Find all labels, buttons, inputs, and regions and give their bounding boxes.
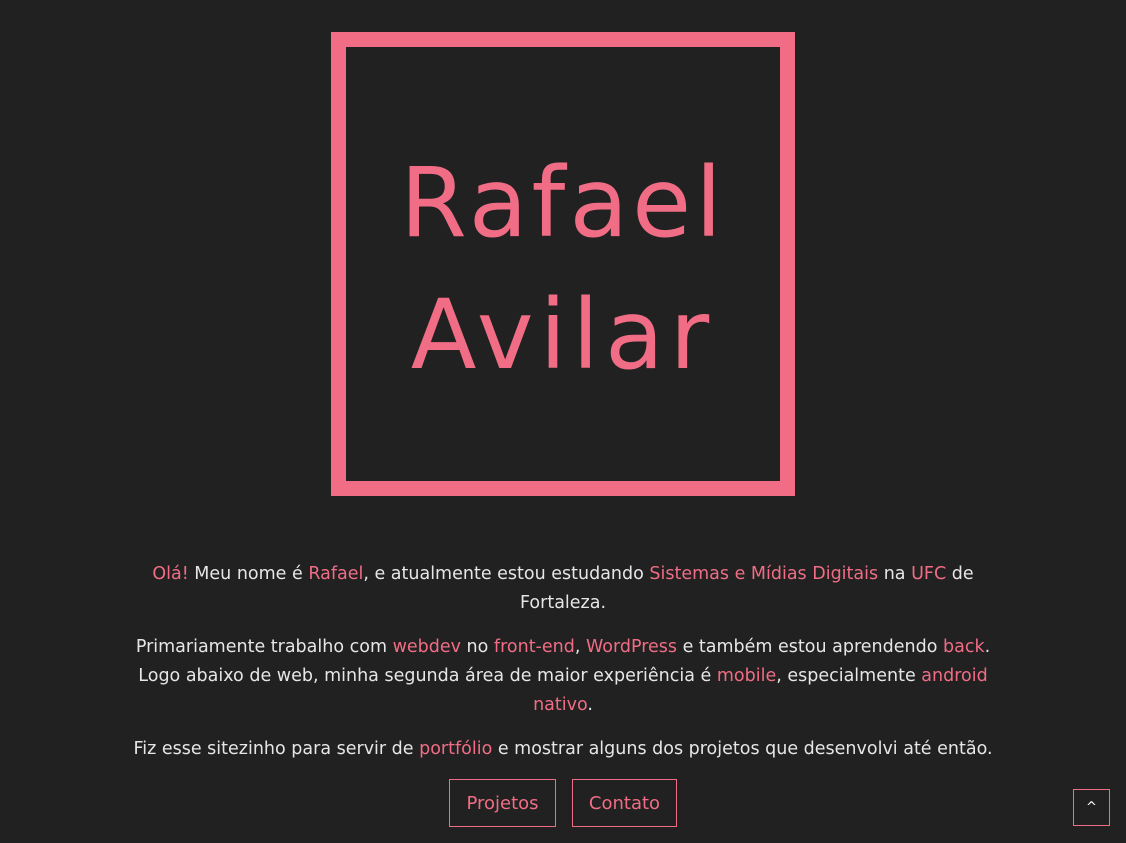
logo-last-name: Avilar	[410, 279, 716, 391]
frontend-highlight: front-end	[493, 637, 575, 657]
intro-section: Olá! Meu nome é Rafael, e atualmente est…	[113, 560, 1013, 779]
intro-paragraph-2: Primariamente trabalho com webdev no fro…	[113, 633, 1013, 720]
course-highlight: Sistemas e Mídias Digitais	[649, 564, 879, 584]
intro-text: , e atualmente estou estudando	[363, 564, 650, 584]
university-highlight: UFC	[911, 564, 947, 584]
intro-text: Meu nome é	[188, 564, 309, 584]
intro-text: no	[460, 637, 494, 657]
intro-text: e também estou aprendendo	[677, 637, 943, 657]
intro-paragraph-3: Fiz esse sitezinho para servir de portfó…	[113, 735, 1013, 764]
portfolio-highlight: portfólio	[419, 739, 493, 759]
intro-text: Primariamente trabalho com	[135, 637, 393, 657]
intro-text: , especialmente	[776, 666, 922, 686]
logo-first-name: Rafael	[400, 147, 726, 259]
intro-text: .	[587, 695, 593, 715]
caret-up-icon: ^	[1086, 800, 1097, 815]
intro-text: Fiz esse sitezinho para servir de	[133, 739, 420, 759]
webdev-highlight: webdev	[392, 637, 461, 657]
projects-button[interactable]: Projetos	[449, 779, 556, 827]
intro-text: na	[878, 564, 912, 584]
name-logo: Rafael Avilar	[331, 32, 795, 496]
name-highlight: Rafael	[308, 564, 364, 584]
intro-text: e mostrar alguns dos projetos que desenv…	[492, 739, 993, 759]
greeting-highlight: Olá!	[152, 564, 189, 584]
back-highlight: back	[943, 637, 985, 657]
back-to-top-button[interactable]: ^	[1073, 789, 1110, 826]
wordpress-highlight: WordPress	[585, 637, 678, 657]
mobile-highlight: mobile	[716, 666, 777, 686]
intro-text: ,	[574, 637, 586, 657]
contact-button[interactable]: Contato	[572, 779, 677, 827]
intro-paragraph-1: Olá! Meu nome é Rafael, e atualmente est…	[113, 560, 1013, 618]
